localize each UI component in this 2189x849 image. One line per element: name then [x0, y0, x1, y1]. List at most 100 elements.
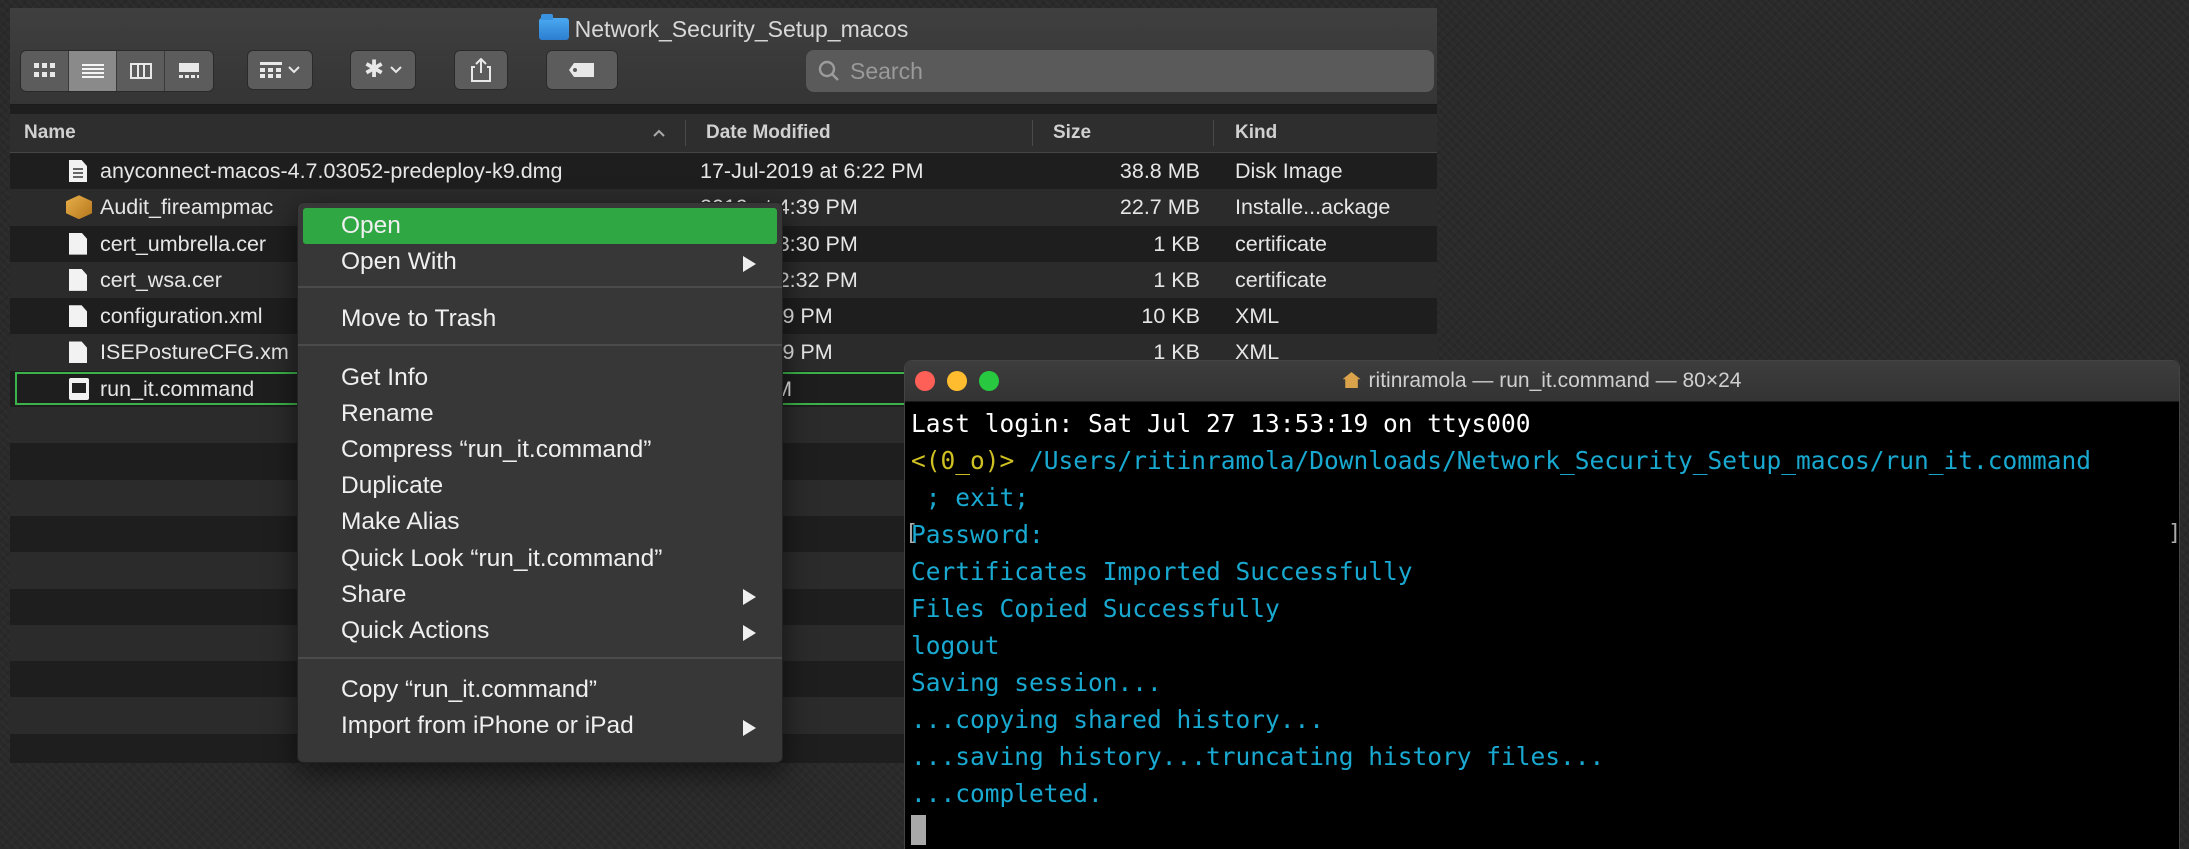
menu-item-share[interactable]: Share: [298, 577, 782, 613]
file-icon: [69, 268, 87, 291]
menu-item-get-info[interactable]: Get Info: [298, 360, 782, 396]
terminal-title-text: ritinramola — run_it.command — 80×24: [1368, 369, 1742, 392]
command-text: /Users/ritinramola/Downloads/Network_Sec…: [1014, 446, 2092, 475]
mark-bracket-left: [: [905, 521, 919, 546]
action-gear-button[interactable]: ✱: [350, 50, 416, 90]
share-button-wrap: [454, 50, 508, 92]
sort-ascending-icon: [653, 129, 665, 137]
file-size: 10 KB: [1141, 304, 1200, 329]
submenu-arrow-icon: [743, 625, 756, 641]
terminal-line-completed: ...completed.: [911, 779, 1103, 808]
menu-item-open[interactable]: Open: [303, 208, 777, 244]
terminal-line-command-cont: ; exit;: [911, 483, 1030, 512]
submenu-arrow-icon: [743, 589, 756, 605]
column-separator: [1032, 120, 1033, 146]
chevron-down-icon: [390, 66, 402, 74]
search-icon: [818, 60, 839, 81]
home-icon: [1342, 372, 1361, 388]
submenu-arrow-icon: [743, 256, 756, 272]
file-icon: [69, 305, 87, 328]
finder-toolbar: Network_Security_Setup_macos ✱ Search: [10, 8, 1437, 105]
menu-item-label: Quick Actions: [341, 617, 490, 644]
chevron-down-icon: [288, 66, 300, 74]
file-date: 17-Jul-2019 at 6:22 PM: [700, 159, 924, 183]
tags-button-wrap: [546, 50, 618, 92]
menu-item-compress[interactable]: Compress “run_it.command”: [298, 432, 782, 468]
menu-item-move-to-trash[interactable]: Move to Trash: [298, 301, 782, 337]
edit-tags-button[interactable]: [546, 50, 618, 90]
search-input[interactable]: [848, 56, 1412, 86]
terminal-line-command: <(0_o)> /Users/ritinramola/Downloads/Net…: [911, 442, 2179, 479]
file-kind: Disk Image: [1235, 159, 1343, 183]
column-header-kind[interactable]: Kind: [1235, 114, 1277, 152]
file-kind: certificate: [1235, 231, 1328, 256]
group-by-button[interactable]: [247, 50, 313, 90]
submenu-arrow-icon: [743, 720, 756, 736]
group-by-button-wrap: [247, 50, 313, 92]
column-header-size[interactable]: Size: [1053, 114, 1091, 152]
gear-icon: ✱: [363, 56, 385, 83]
shell-prompt: <(0_o)>: [911, 446, 1015, 475]
mark-bracket-right: ]: [2168, 521, 2180, 546]
folder-icon: [538, 14, 569, 40]
terminal-line-password: Password:: [911, 520, 1044, 549]
column-header-name[interactable]: Name: [24, 114, 76, 152]
gallery-view-button[interactable]: [165, 51, 213, 91]
terminal-line-copying: ...copying shared history...: [911, 705, 1325, 734]
terminal-window: ritinramola — run_it.command — 80×24 Las…: [904, 360, 2180, 849]
terminal-line-certs: Certificates Imported Successfully: [911, 557, 1413, 586]
view-mode-segmented-control: [20, 50, 214, 92]
list-view-icon: [81, 64, 104, 78]
column-header: Name Date Modified Size Kind: [10, 114, 1437, 153]
share-button[interactable]: [454, 50, 508, 90]
text-cursor: [911, 815, 926, 845]
file-size: 1 KB: [1153, 267, 1200, 292]
menu-item-label: Open With: [341, 248, 457, 275]
menu-item-label: Share: [341, 581, 407, 608]
icon-view-button[interactable]: [21, 51, 69, 91]
action-button-wrap: ✱: [350, 50, 416, 92]
terminal-line-truncating: ...saving history...truncating history f…: [911, 742, 1605, 771]
file-size: 22.7 MB: [1119, 195, 1200, 220]
finder-title-text: Network_Security_Setup_macos: [574, 16, 909, 42]
column-header-date[interactable]: Date Modified: [706, 114, 831, 152]
tag-icon: [569, 63, 594, 77]
search-field[interactable]: [806, 50, 1434, 92]
package-icon: [66, 195, 92, 220]
terminal-titlebar[interactable]: ritinramola — run_it.command — 80×24: [905, 361, 2179, 402]
terminal-title: ritinramola — run_it.command — 80×24: [905, 361, 2179, 401]
file-size: 38.8 MB: [1119, 159, 1200, 183]
terminal-line-logout: logout: [911, 631, 1000, 660]
list-view-button[interactable]: [69, 51, 117, 91]
document-icon: [69, 160, 87, 182]
grid-group-icon: [260, 62, 282, 78]
column-view-button[interactable]: [117, 51, 165, 91]
menu-item-import-from-iphone[interactable]: Import from iPhone or iPad: [298, 708, 782, 744]
file-name: anyconnect-macos-4.7.03052-predeploy-k9.…: [100, 159, 563, 183]
terminal-line-files: Files Copied Successfully: [911, 594, 1280, 623]
share-icon: [471, 58, 491, 82]
menu-separator: [298, 657, 782, 659]
menu-item-quick-actions[interactable]: Quick Actions: [298, 613, 782, 649]
terminal-cursor-line: [911, 812, 2179, 849]
terminal-line-saving: Saving session...: [911, 668, 1162, 697]
menu-item-open-with[interactable]: Open With: [298, 244, 782, 280]
file-row[interactable]: anyconnect-macos-4.7.03052-predeploy-k9.…: [10, 153, 1437, 190]
column-view-icon: [129, 63, 152, 79]
context-menu: Open Open With Move to Trash Get Info Re…: [297, 202, 783, 763]
terminal-output[interactable]: Last login: Sat Jul 27 13:53:19 on ttys0…: [911, 405, 2179, 849]
file-kind: certificate: [1235, 267, 1328, 292]
column-separator: [1213, 120, 1214, 146]
menu-item-duplicate[interactable]: Duplicate: [298, 468, 782, 504]
menu-item-make-alias[interactable]: Make Alias: [298, 504, 782, 540]
menu-item-copy[interactable]: Copy “run_it.command”: [298, 672, 782, 708]
menu-item-label: Import from iPhone or iPad: [341, 712, 634, 739]
finder-title: Network_Security_Setup_macos: [10, 14, 1437, 44]
column-separator: [685, 120, 686, 146]
icon-view-icon: [33, 63, 55, 77]
gallery-view-icon: [179, 63, 199, 78]
menu-item-rename[interactable]: Rename: [298, 396, 782, 432]
menu-item-quick-look[interactable]: Quick Look “run_it.command”: [298, 541, 782, 577]
file-kind: Installe...ackage: [1235, 195, 1391, 220]
file-kind: XML: [1235, 304, 1280, 329]
